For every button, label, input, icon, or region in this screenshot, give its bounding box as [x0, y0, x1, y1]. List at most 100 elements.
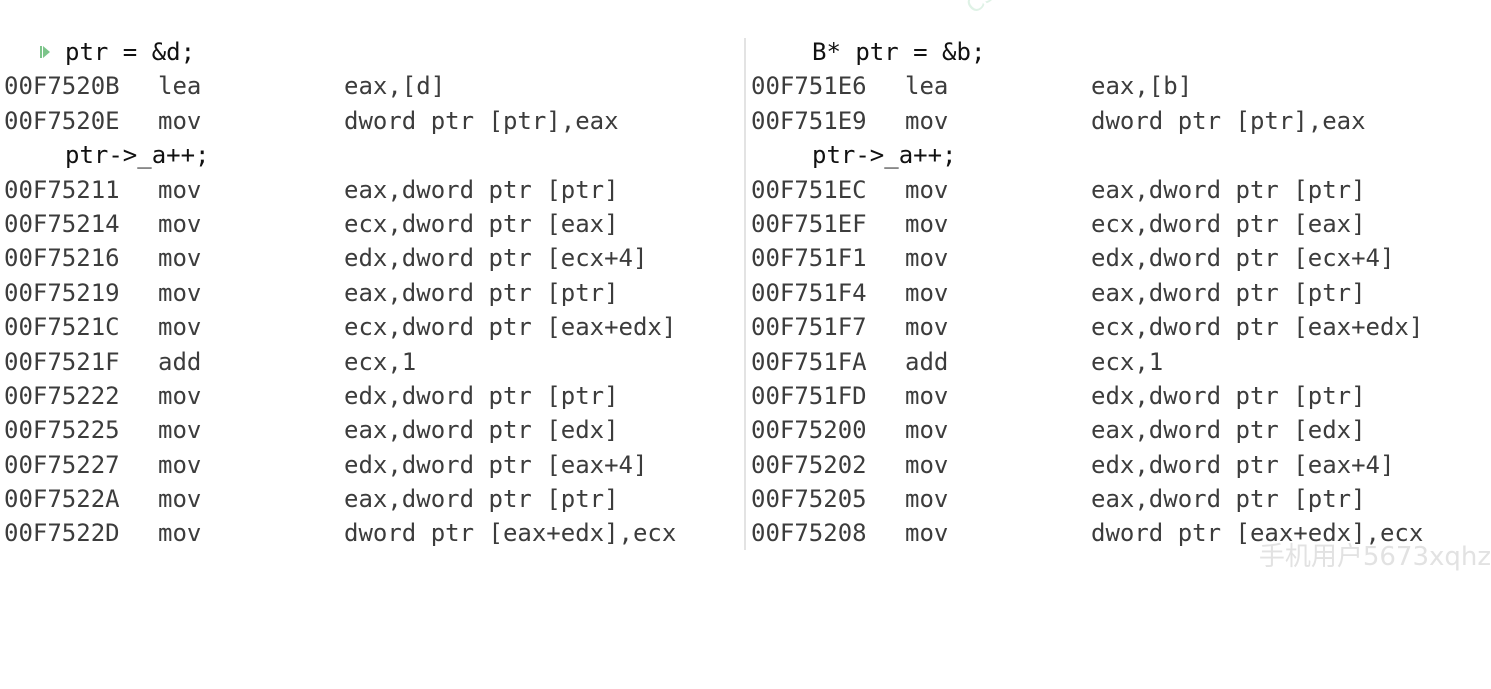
instruction-operands: eax,dword ptr [ptr]	[1091, 278, 1366, 307]
disassembly-panel-right: B* ptr = &b; 00F751E6 lea eax,[b] 00F751…	[751, 35, 1486, 551]
instruction-operands: edx,dword ptr [ecx+4]	[1091, 244, 1395, 273]
instruction-mnemonic: mov	[905, 381, 949, 410]
instruction-row[interactable]: 00F75214 mov ecx,dword ptr [eax]	[4, 207, 739, 241]
instruction-address: 00F7522A	[4, 485, 120, 514]
instruction-row[interactable]: 00F751FA add ecx,1	[751, 345, 1486, 379]
instruction-address: 00F751FA	[751, 347, 867, 376]
instruction-operands: eax,dword ptr [edx]	[1091, 416, 1366, 445]
instruction-operands: eax,[d]	[344, 72, 446, 101]
instruction-operands: edx,dword ptr [eax+4]	[344, 450, 648, 479]
instruction-row[interactable]: 00F751FD mov edx,dword ptr [ptr]	[751, 379, 1486, 413]
instruction-row[interactable]: 00F7520E mov dword ptr [ptr],eax	[4, 104, 739, 138]
source-line-row[interactable]: ptr->_a++;	[751, 138, 1486, 172]
instruction-address: 00F751FD	[751, 381, 867, 410]
instruction-operands: dword ptr [ptr],eax	[344, 106, 619, 135]
instruction-row[interactable]: 00F751EF mov ecx,dword ptr [eax]	[751, 207, 1486, 241]
instruction-operands: ecx,1	[344, 347, 417, 376]
instruction-address: 00F7521C	[4, 313, 120, 342]
instruction-address: 00F75214	[4, 209, 120, 238]
instruction-address: 00F75219	[4, 278, 120, 307]
instruction-address: 00F75216	[4, 244, 120, 273]
instruction-address: 00F75202	[751, 450, 867, 479]
instruction-operands: eax,dword ptr [ptr]	[344, 278, 619, 307]
instruction-address: 00F7522D	[4, 519, 120, 548]
instruction-row[interactable]: 00F75211 mov eax,dword ptr [ptr]	[4, 173, 739, 207]
instruction-operands: edx,dword ptr [eax+4]	[1091, 450, 1395, 479]
play-arrow-icon	[40, 46, 50, 58]
instruction-row[interactable]: 00F75205 mov eax,dword ptr [ptr]	[751, 482, 1486, 516]
instruction-row[interactable]: 00F7520B lea eax,[d]	[4, 69, 739, 103]
instruction-mnemonic: mov	[158, 278, 202, 307]
instruction-row[interactable]: 00F75227 mov edx,dword ptr [eax+4]	[4, 448, 739, 482]
instruction-mnemonic: add	[905, 347, 949, 376]
instruction-operands: edx,dword ptr [ptr]	[344, 381, 619, 410]
instruction-row[interactable]: 00F751F7 mov ecx,dword ptr [eax+edx]	[751, 310, 1486, 344]
instruction-address: 00F751E6	[751, 72, 867, 101]
instruction-row[interactable]: 00F75222 mov edx,dword ptr [ptr]	[4, 379, 739, 413]
instruction-operands: ecx,dword ptr [eax]	[344, 209, 619, 238]
disassembly-panel-left: ptr = &d; 00F7520B lea eax,[d] 00F7520E …	[4, 35, 739, 551]
instruction-address: 00F751EC	[751, 175, 867, 204]
instruction-row[interactable]: 00F75200 mov eax,dword ptr [edx]	[751, 413, 1486, 447]
instruction-mnemonic: mov	[158, 485, 202, 514]
instruction-mnemonic: mov	[905, 244, 949, 273]
instruction-row[interactable]: 00F751E6 lea eax,[b]	[751, 69, 1486, 103]
source-line-row[interactable]: ptr = &d;	[4, 35, 739, 69]
instruction-row[interactable]: 00F75216 mov edx,dword ptr [ecx+4]	[4, 241, 739, 275]
instruction-row[interactable]: 00F751F4 mov eax,dword ptr [ptr]	[751, 276, 1486, 310]
csdn-watermark-fragment: CSD	[962, 0, 1014, 19]
instruction-address: 00F75205	[751, 485, 867, 514]
instruction-address: 00F75211	[4, 175, 120, 204]
instruction-mnemonic: mov	[905, 416, 949, 445]
instruction-operands: eax,dword ptr [ptr]	[344, 175, 619, 204]
instruction-row[interactable]: 00F7521F add ecx,1	[4, 345, 739, 379]
instruction-row[interactable]: 00F751EC mov eax,dword ptr [ptr]	[751, 173, 1486, 207]
instruction-operands: ecx,dword ptr [eax]	[1091, 209, 1366, 238]
instruction-operands: eax,dword ptr [ptr]	[1091, 485, 1366, 514]
instruction-operands: ecx,dword ptr [eax+edx]	[1091, 313, 1424, 342]
instruction-address: 00F75222	[4, 381, 120, 410]
instruction-mnemonic: mov	[905, 313, 949, 342]
source-code-line: ptr->_a++;	[812, 141, 957, 170]
instruction-mnemonic: mov	[158, 450, 202, 479]
instruction-address: 00F751EF	[751, 209, 867, 238]
instruction-address: 00F751F4	[751, 278, 867, 307]
instruction-address: 00F75200	[751, 416, 867, 445]
panel-divider	[744, 38, 746, 550]
instruction-row[interactable]: 00F7521C mov ecx,dword ptr [eax+edx]	[4, 310, 739, 344]
instruction-mnemonic: mov	[158, 244, 202, 273]
instruction-mnemonic: mov	[905, 519, 949, 548]
instruction-mnemonic: mov	[158, 416, 202, 445]
instruction-operands: ecx,1	[1091, 347, 1164, 376]
instruction-operands: edx,dword ptr [ecx+4]	[344, 244, 648, 273]
source-code-line: ptr = &d;	[65, 38, 196, 66]
instruction-address: 00F751F7	[751, 313, 867, 342]
instruction-operands: eax,[b]	[1091, 72, 1193, 101]
instruction-address: 00F75227	[4, 450, 120, 479]
source-line-row[interactable]: ptr->_a++;	[4, 138, 739, 172]
instruction-mnemonic: lea	[905, 72, 949, 101]
instruction-address: 00F751F1	[751, 244, 867, 273]
instruction-mnemonic: mov	[158, 381, 202, 410]
instruction-mnemonic: mov	[905, 450, 949, 479]
instruction-operands: eax,dword ptr [ptr]	[344, 485, 619, 514]
instruction-row[interactable]: 00F751E9 mov dword ptr [ptr],eax	[751, 104, 1486, 138]
instruction-row[interactable]: 00F7522A mov eax,dword ptr [ptr]	[4, 482, 739, 516]
instruction-row[interactable]: 00F751F1 mov edx,dword ptr [ecx+4]	[751, 241, 1486, 275]
instruction-mnemonic: mov	[905, 485, 949, 514]
instruction-address: 00F75225	[4, 416, 120, 445]
instruction-operands: eax,dword ptr [edx]	[344, 416, 619, 445]
instruction-row[interactable]: 00F7522D mov dword ptr [eax+edx],ecx	[4, 516, 739, 550]
instruction-row[interactable]: 00F75225 mov eax,dword ptr [edx]	[4, 413, 739, 447]
instruction-row[interactable]: 00F75219 mov eax,dword ptr [ptr]	[4, 276, 739, 310]
instruction-operands: edx,dword ptr [ptr]	[1091, 381, 1366, 410]
source-code-line: B* ptr = &b;	[812, 38, 986, 66]
instruction-mnemonic: mov	[158, 175, 202, 204]
source-line-row[interactable]: B* ptr = &b;	[751, 35, 1486, 69]
instruction-mnemonic: mov	[905, 106, 949, 135]
instruction-row[interactable]: 00F75202 mov edx,dword ptr [eax+4]	[751, 448, 1486, 482]
instruction-mnemonic: lea	[158, 72, 202, 101]
instruction-operands: ecx,dword ptr [eax+edx]	[344, 313, 677, 342]
instruction-mnemonic: add	[158, 347, 202, 376]
instruction-address: 00F7520B	[4, 72, 120, 101]
